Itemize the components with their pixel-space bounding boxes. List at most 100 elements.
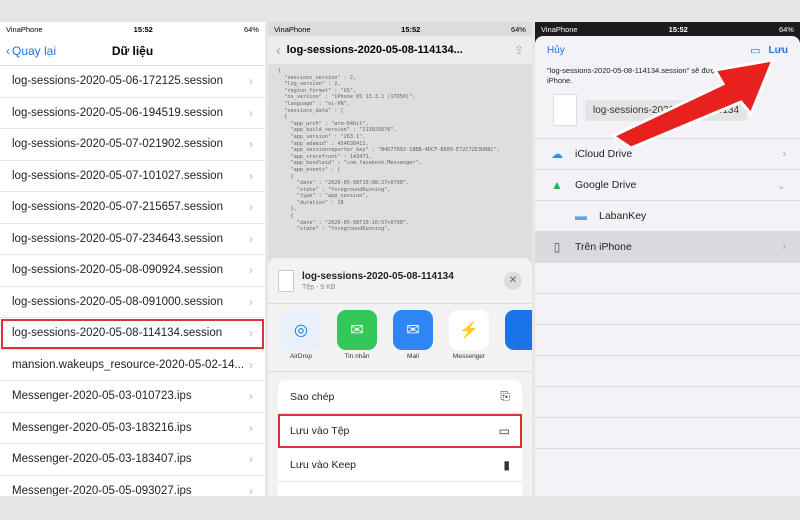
back-label: Quay lại	[12, 43, 57, 58]
empty-row	[535, 294, 800, 325]
file-list-item[interactable]: Messenger-2020-05-03-183407.ips ›	[0, 444, 265, 476]
file-size: Tệp - 9 KB	[302, 283, 336, 291]
share-sheet: log-sessions-2020-05-08-114134 Tệp - 9 K…	[268, 258, 532, 496]
share-action[interactable]: Sao chép ⎘	[278, 380, 522, 414]
share-icon[interactable]: ⇪	[514, 43, 524, 57]
file-list-item[interactable]: log-sessions-2020-05-06-194519.session ›	[0, 98, 265, 129]
chevron-icon: ›	[782, 148, 786, 160]
file-list-item[interactable]: log-sessions-2020-05-08-114134.session ›	[0, 318, 265, 350]
arrow-shape	[609, 58, 776, 148]
file-list-item[interactable]: log-sessions-2020-05-07-234643.session ›	[0, 224, 265, 255]
chevron-right-icon: ›	[249, 357, 253, 372]
chevron-right-icon: ›	[249, 137, 253, 152]
close-button[interactable]: ✕	[504, 271, 522, 290]
clock: 15:52	[668, 24, 688, 34]
share-app[interactable]: ⚡ Messenger	[448, 310, 490, 360]
file-list-item[interactable]: log-sessions-2020-05-08-090924.session ›	[0, 255, 265, 287]
action-label: Lưu vào Keep	[290, 458, 356, 471]
location-icon: ▲	[551, 178, 563, 192]
empty-row	[535, 263, 800, 294]
cancel-button[interactable]: Hủy	[547, 45, 565, 56]
location-label: Trên iPhone	[575, 241, 632, 253]
file-name: log-sessions-2020-05-06-194519.session	[12, 106, 223, 119]
chevron-right-icon: ›	[249, 74, 253, 89]
empty-row	[535, 356, 800, 387]
app-icon: ◎	[281, 310, 321, 350]
nav-bar: ‹ Quay lại Dữ liệu	[0, 36, 265, 66]
share-action[interactable]: Lưu vào Keep ▮	[278, 448, 522, 482]
share-file-info: log-sessions-2020-05-08-114134 Tệp - 9 K…	[268, 258, 532, 304]
share-actions-list: Sao chép ⎘ Lưu vào Tệp ▭ Lưu vào Keep ▮	[278, 380, 522, 496]
app-label: AirDrop	[289, 353, 313, 360]
empty-row	[535, 387, 800, 418]
status-bar: VinaPhone 15:52 64%	[268, 22, 532, 36]
chevron-right-icon: ›	[249, 105, 253, 120]
carrier-label: VinaPhone	[274, 24, 311, 34]
carrier-label: VinaPhone	[6, 24, 43, 34]
location-item[interactable]: ▯ Trên iPhone ›	[535, 232, 800, 263]
file-list-item[interactable]: log-sessions-2020-05-07-101027.session ›	[0, 161, 265, 192]
share-app[interactable]	[504, 310, 532, 353]
chevron-left-icon: ‹	[6, 43, 10, 58]
location-item[interactable]: ▬ LabanKey	[535, 201, 800, 232]
action-icon: ▮	[503, 457, 510, 472]
app-icon: ✉	[393, 310, 433, 350]
back-button[interactable]: ‹ Quay lại	[6, 44, 56, 58]
chevron-right-icon: ›	[249, 200, 253, 215]
file-name: Messenger-2020-05-03-010723.ips	[12, 390, 192, 403]
chevron-icon: ⌄	[776, 179, 786, 192]
clock: 15:52	[401, 24, 421, 34]
chevron-icon: ›	[782, 241, 786, 253]
action-label: Lưu vào Tệp	[290, 424, 350, 437]
share-app[interactable]: ✉ Tin nhắn	[336, 310, 378, 360]
file-name: log-sessions-2020-05-08-090924.session	[12, 264, 223, 277]
chevron-right-icon: ›	[249, 483, 253, 496]
location-item[interactable]: ▲ Google Drive ⌄	[535, 170, 800, 201]
app-label: Tin nhắn	[344, 353, 370, 360]
file-name: log-sessions-2020-05-08-114134	[302, 270, 454, 282]
nav-bar: ‹ log-sessions-2020-05-08-114134... ⇪	[268, 36, 532, 64]
share-action[interactable]: Lưu vào Tệp ▭	[278, 414, 522, 448]
file-name: log-sessions-2020-05-07-101027.session	[12, 169, 223, 182]
battery-label: 64%	[778, 24, 794, 34]
file-list-item[interactable]: Messenger-2020-05-05-093027.ips ›	[0, 476, 265, 496]
close-icon: ✕	[508, 275, 518, 286]
chevron-right-icon: ›	[249, 326, 253, 341]
file-name: log-sessions-2020-05-08-114134.session	[12, 327, 223, 340]
file-name: log-sessions-2020-05-06-172125.session	[12, 75, 223, 88]
file-list-item[interactable]: log-sessions-2020-05-06-172125.session ›	[0, 66, 265, 98]
app-label: Messenger	[452, 353, 486, 360]
chevron-right-icon: ›	[249, 231, 253, 246]
chevron-right-icon: ›	[249, 389, 253, 404]
file-list-item[interactable]: mansion.wakeups_resource-2020-05-02-14..…	[0, 350, 265, 381]
share-action[interactable]	[278, 482, 522, 496]
location-label: iCloud Drive	[575, 148, 633, 160]
share-app[interactable]: ✉ Mail	[392, 310, 434, 360]
chevron-right-icon: ›	[249, 294, 253, 309]
file-list-item[interactable]: log-sessions-2020-05-07-021902.session ›	[0, 129, 265, 161]
empty-row	[535, 325, 800, 356]
red-arrow-annotation	[609, 58, 776, 148]
chevron-right-icon: ›	[249, 263, 253, 278]
chevron-right-icon: ›	[249, 452, 253, 467]
share-apps-row: ◎ AirDrop ✉ Tin nhắn ✉ Mail ⚡ Messenger	[268, 304, 532, 372]
file-icon	[278, 269, 294, 292]
file-name: Messenger-2020-05-03-183407.ips	[12, 453, 192, 466]
action-label: Sao chép	[290, 390, 335, 403]
file-name: log-sessions-2020-05-08-091000.session	[12, 295, 223, 308]
carrier-label: VinaPhone	[541, 24, 578, 34]
file-name: log-sessions-2020-05-07-234643.session	[12, 232, 223, 245]
chevron-left-icon[interactable]: ‹	[276, 42, 281, 58]
file-list-item[interactable]: log-sessions-2020-05-07-215657.session ›	[0, 192, 265, 224]
file-list-item[interactable]: log-sessions-2020-05-08-091000.session ›	[0, 287, 265, 318]
status-bar: VinaPhone 15:52 64%	[535, 22, 800, 36]
location-icon: ▯	[553, 240, 561, 254]
app-label: Mail	[407, 353, 419, 360]
file-thumbnail	[553, 94, 577, 126]
action-icon: ▭	[498, 423, 510, 438]
share-app[interactable]: ◎ AirDrop	[280, 310, 322, 360]
file-list-item[interactable]: Messenger-2020-05-03-183216.ips ›	[0, 413, 265, 444]
file-content: { "sessions_version" : 2, "log_version" …	[268, 64, 532, 258]
status-bar: VinaPhone 15:52 64%	[0, 22, 265, 36]
file-list-item[interactable]: Messenger-2020-05-03-010723.ips ›	[0, 381, 265, 413]
